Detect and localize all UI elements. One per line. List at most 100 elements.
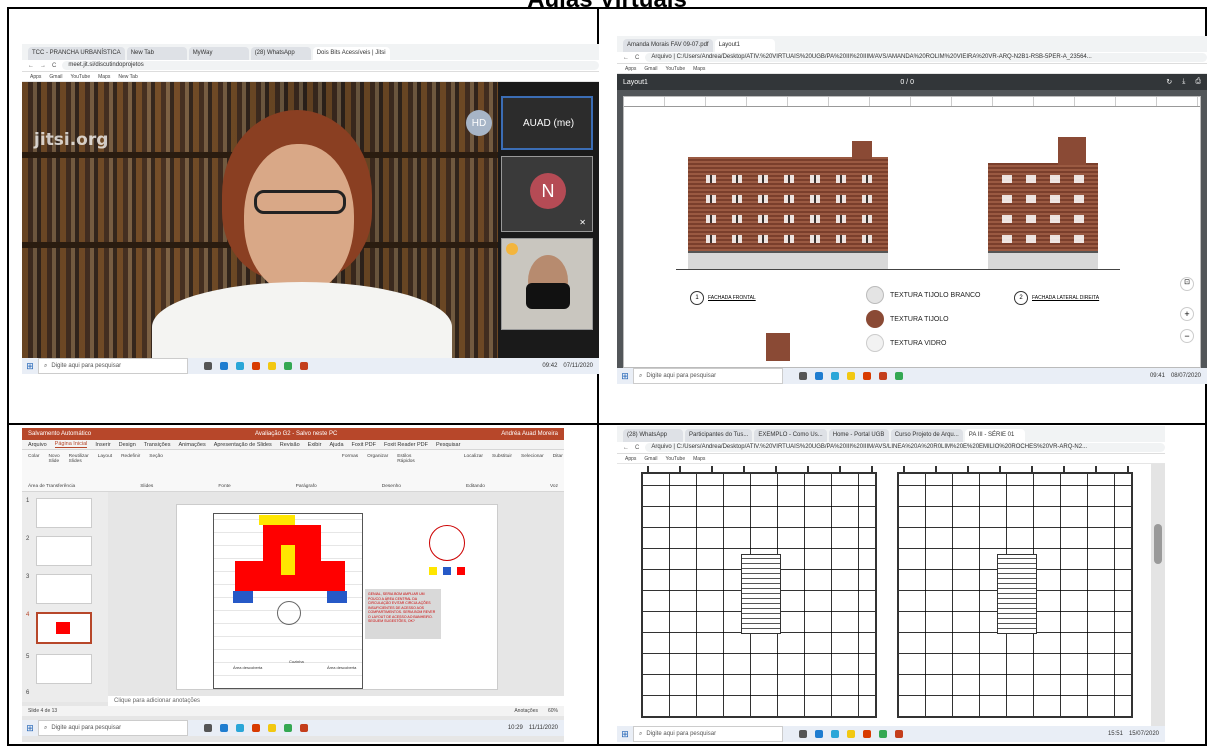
- powerpoint-icon[interactable]: [300, 362, 308, 370]
- arrange-button[interactable]: Organizar: [367, 454, 388, 464]
- store-icon[interactable]: [815, 730, 823, 738]
- menu-item[interactable]: Exibir: [308, 442, 322, 448]
- fit-page-button[interactable]: ⊡: [1180, 277, 1194, 291]
- edge-icon[interactable]: [831, 372, 839, 380]
- paste-button[interactable]: Colar: [28, 454, 39, 464]
- task-view-icon[interactable]: [204, 724, 212, 732]
- replace-button[interactable]: Substituir: [492, 454, 512, 464]
- windows-start-icon[interactable]: ⊞: [22, 720, 38, 736]
- participant-tile-self[interactable]: AUAD (me): [501, 96, 593, 150]
- tab[interactable]: TCC - PRANCHA URBANÍSTICA: [28, 47, 125, 60]
- explorer-icon[interactable]: [268, 724, 276, 732]
- scrollbar[interactable]: [1151, 464, 1165, 726]
- bookmark[interactable]: New Tab: [118, 74, 137, 80]
- back-icon[interactable]: ←: [623, 445, 629, 451]
- tab-active[interactable]: PA III - SÉRIE 01: [964, 429, 1025, 442]
- task-view-icon[interactable]: [799, 730, 807, 738]
- explorer-icon[interactable]: [847, 730, 855, 738]
- slide-thumbnail[interactable]: 5: [26, 654, 102, 684]
- taskbar-search[interactable]: ⌕ Digite aqui para pesquisar: [38, 720, 188, 736]
- tab[interactable]: (28) WhatsApp: [250, 47, 311, 60]
- tab[interactable]: Amanda Morais FAV 09-07.pdf: [623, 39, 713, 52]
- bookmark[interactable]: Gmail: [644, 456, 657, 462]
- autosave-label[interactable]: Salvamento Automático: [28, 431, 91, 437]
- bookmark[interactable]: Gmail: [49, 74, 62, 80]
- menu-item[interactable]: Revisão: [280, 442, 300, 448]
- print-icon[interactable]: ⎙: [1195, 78, 1201, 86]
- url-field[interactable]: meet.jit.si/discutindoprojetos: [62, 61, 599, 70]
- slide-thumbnail-selected[interactable]: 4: [26, 612, 102, 646]
- bookmark[interactable]: Apps: [625, 66, 636, 72]
- office-icon[interactable]: [252, 724, 260, 732]
- notes-button[interactable]: Anotações: [514, 708, 538, 714]
- windows-start-icon[interactable]: ⊞: [22, 358, 38, 374]
- bookmark[interactable]: YouTube: [665, 456, 685, 462]
- powerpoint-icon[interactable]: [879, 372, 887, 380]
- bookmark[interactable]: Gmail: [644, 66, 657, 72]
- layout-button[interactable]: Layout: [98, 454, 112, 464]
- zoom-out-button[interactable]: −: [1180, 329, 1194, 343]
- taskbar-search[interactable]: ⌕ Digite aqui para pesquisar: [38, 358, 188, 374]
- taskbar-search[interactable]: ⌕ Digite aqui para pesquisar: [633, 368, 783, 384]
- new-slide-button[interactable]: Novo Slide: [48, 454, 59, 464]
- zoom-level[interactable]: 60%: [548, 708, 558, 714]
- bookmark[interactable]: Maps: [693, 456, 705, 462]
- tab-active[interactable]: Dois Bits Acessíveis | Jitsi: [312, 47, 390, 60]
- store-icon[interactable]: [220, 362, 228, 370]
- tab[interactable]: MyWay: [188, 47, 249, 60]
- reload-icon[interactable]: C: [635, 55, 639, 61]
- bookmark[interactable]: YouTube: [70, 74, 90, 80]
- edge-icon[interactable]: [831, 730, 839, 738]
- back-icon[interactable]: ←: [623, 55, 629, 61]
- menu-item[interactable]: Inserir: [95, 442, 110, 448]
- menu-item[interactable]: Foxit Reader PDF: [384, 442, 428, 448]
- tab[interactable]: (28) WhatsApp: [623, 429, 683, 442]
- url-field[interactable]: Arquivo | C:/Users/Andrea/Desktop/ATIV.%…: [645, 443, 1165, 452]
- dictate-button[interactable]: Ditar: [553, 454, 563, 464]
- edge-icon[interactable]: [236, 362, 244, 370]
- section-button[interactable]: Seção: [149, 454, 163, 464]
- zoom-in-button[interactable]: +: [1180, 307, 1194, 321]
- slide-canvas[interactable]: GENIAL, SERIA BOM AMPLIAR UM POUCO A ÁRE…: [176, 504, 498, 690]
- forward-icon[interactable]: →: [40, 63, 46, 69]
- comment-box[interactable]: GENIAL, SERIA BOM AMPLIAR UM POUCO A ÁRE…: [365, 589, 441, 639]
- chrome-icon[interactable]: [284, 362, 292, 370]
- windows-start-icon[interactable]: ⊞: [617, 726, 633, 742]
- rotate-icon[interactable]: ↻: [1166, 78, 1172, 86]
- explorer-icon[interactable]: [268, 362, 276, 370]
- slide-thumbnail[interactable]: 1: [26, 498, 102, 528]
- bookmark[interactable]: Maps: [98, 74, 110, 80]
- menu-item[interactable]: Foxit PDF: [352, 442, 376, 448]
- office-icon[interactable]: [252, 362, 260, 370]
- powerpoint-icon[interactable]: [300, 724, 308, 732]
- store-icon[interactable]: [815, 372, 823, 380]
- tab[interactable]: Participantes do Tus...: [685, 429, 753, 442]
- bookmark[interactable]: Apps: [30, 74, 41, 80]
- windows-start-icon[interactable]: ⊞: [617, 368, 633, 384]
- quick-styles-button[interactable]: Estilos Rápidos: [397, 454, 415, 464]
- explorer-icon[interactable]: [847, 372, 855, 380]
- bookmark[interactable]: YouTube: [665, 66, 685, 72]
- tab-active[interactable]: Layout1: [714, 39, 775, 52]
- participant-tile[interactable]: N ✕: [501, 156, 593, 232]
- store-icon[interactable]: [220, 724, 228, 732]
- slide-thumbnail[interactable]: 6: [26, 690, 102, 702]
- menu-item[interactable]: Design: [119, 442, 136, 448]
- menu-item[interactable]: Apresentação de Slides: [214, 442, 272, 448]
- bookmark[interactable]: Maps: [693, 66, 705, 72]
- powerpoint-icon[interactable]: [895, 730, 903, 738]
- download-icon[interactable]: ⤓: [1182, 78, 1185, 86]
- back-icon[interactable]: ←: [28, 63, 34, 69]
- office-icon[interactable]: [863, 372, 871, 380]
- chrome-icon[interactable]: [879, 730, 887, 738]
- reset-button[interactable]: Redefinir: [121, 454, 140, 464]
- notes-pane[interactable]: Clique para adicionar anotações: [108, 696, 564, 706]
- scrollbar-thumb[interactable]: [1154, 524, 1162, 564]
- menu-item[interactable]: Pesquisar: [436, 442, 460, 448]
- tab[interactable]: Home - Portal UGB: [828, 429, 889, 442]
- tab[interactable]: New Tab: [126, 47, 187, 60]
- find-button[interactable]: Localizar: [464, 454, 483, 464]
- slide-thumbnail[interactable]: 3: [26, 574, 102, 604]
- menu-item[interactable]: Ajuda: [329, 442, 343, 448]
- reload-icon[interactable]: C: [635, 445, 639, 451]
